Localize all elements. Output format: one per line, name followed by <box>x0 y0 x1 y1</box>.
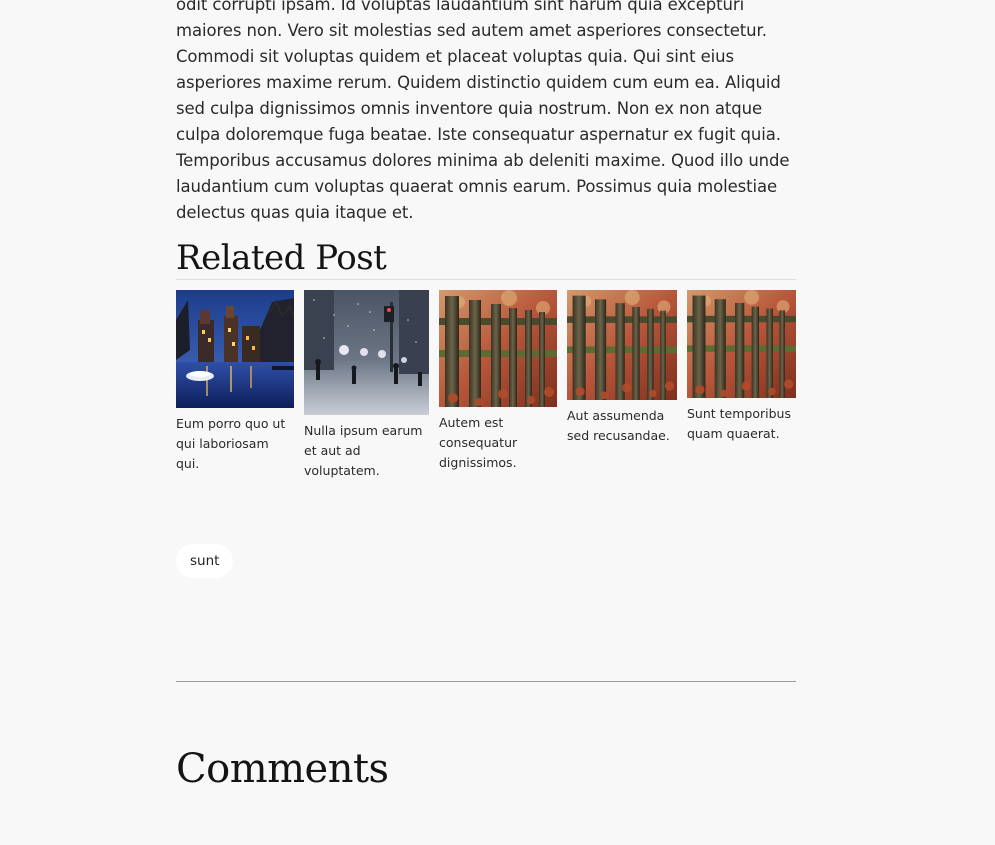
comments-heading: Comments <box>176 746 389 792</box>
snowy-street-photo <box>304 290 429 415</box>
wooden-fence-photo <box>439 290 557 407</box>
related-post-caption[interactable]: Eum porro quo ut qui laboriosam qui. <box>176 414 294 474</box>
related-post-thumbnail[interactable] <box>687 290 796 398</box>
related-post-caption[interactable]: Nulla ipsum earum et aut ad voluptatem. <box>304 421 429 481</box>
related-post-card[interactable]: Aut assumenda sed recusandae. <box>567 290 677 446</box>
related-post-caption[interactable]: Autem est consequatur dignissimos. <box>439 413 557 473</box>
related-post-underline <box>176 279 796 280</box>
related-post-caption[interactable]: Sunt temporibus quam quaerat. <box>687 404 796 444</box>
related-post-card[interactable]: Sunt temporibus quam quaerat. <box>687 290 796 444</box>
related-post-card[interactable]: Nulla ipsum earum et aut ad voluptatem. <box>304 290 429 481</box>
related-post-card[interactable]: Eum porro quo ut qui laboriosam qui. <box>176 290 294 474</box>
related-post-thumbnail[interactable] <box>439 290 557 407</box>
related-post-thumbnail[interactable] <box>176 290 294 408</box>
tag-pill[interactable]: sunt <box>176 544 234 578</box>
related-post-card[interactable]: Autem est consequatur dignissimos. <box>439 290 557 473</box>
related-post-caption[interactable]: Aut assumenda sed recusandae. <box>567 406 677 446</box>
article-body-text: odit corrupti ipsam. Id voluptas laudant… <box>176 0 790 222</box>
section-divider <box>176 681 796 682</box>
related-post-thumbnail[interactable] <box>567 290 677 400</box>
canal-night-photo <box>176 290 294 408</box>
related-post-thumbnail[interactable] <box>304 290 429 415</box>
wooden-fence-photo <box>687 290 796 398</box>
wooden-fence-photo <box>567 290 677 400</box>
related-post-heading: Related Post <box>176 238 387 278</box>
